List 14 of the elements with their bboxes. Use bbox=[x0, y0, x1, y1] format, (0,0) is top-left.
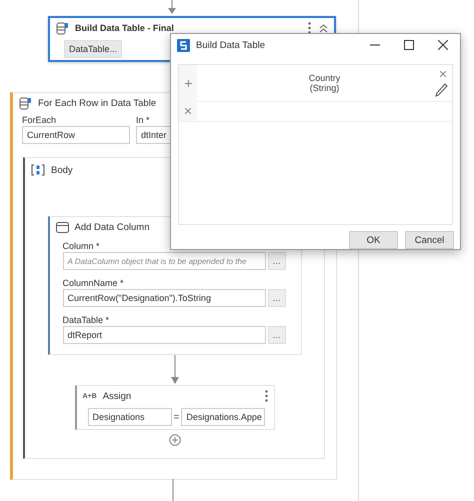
activity-title: Build Data Table - Final bbox=[75, 23, 174, 33]
equals-sign: = bbox=[174, 412, 180, 422]
field-label: DataTable * bbox=[62, 315, 110, 325]
field-label: ColumnName * bbox=[62, 278, 125, 288]
activity-title: Assign bbox=[102, 390, 132, 402]
column-type: (String) bbox=[310, 83, 340, 93]
activity-title: For Each Row in Data Table bbox=[38, 98, 156, 108]
field-label: Column * bbox=[62, 241, 101, 251]
field-label: In * bbox=[136, 115, 151, 125]
body-title: Body bbox=[51, 164, 73, 176]
dialog-title: Build Data Table bbox=[196, 40, 266, 50]
field-label: ForEach bbox=[22, 115, 58, 125]
activity-title: Add Data Column bbox=[74, 222, 150, 232]
column-name: Country bbox=[308, 73, 340, 83]
